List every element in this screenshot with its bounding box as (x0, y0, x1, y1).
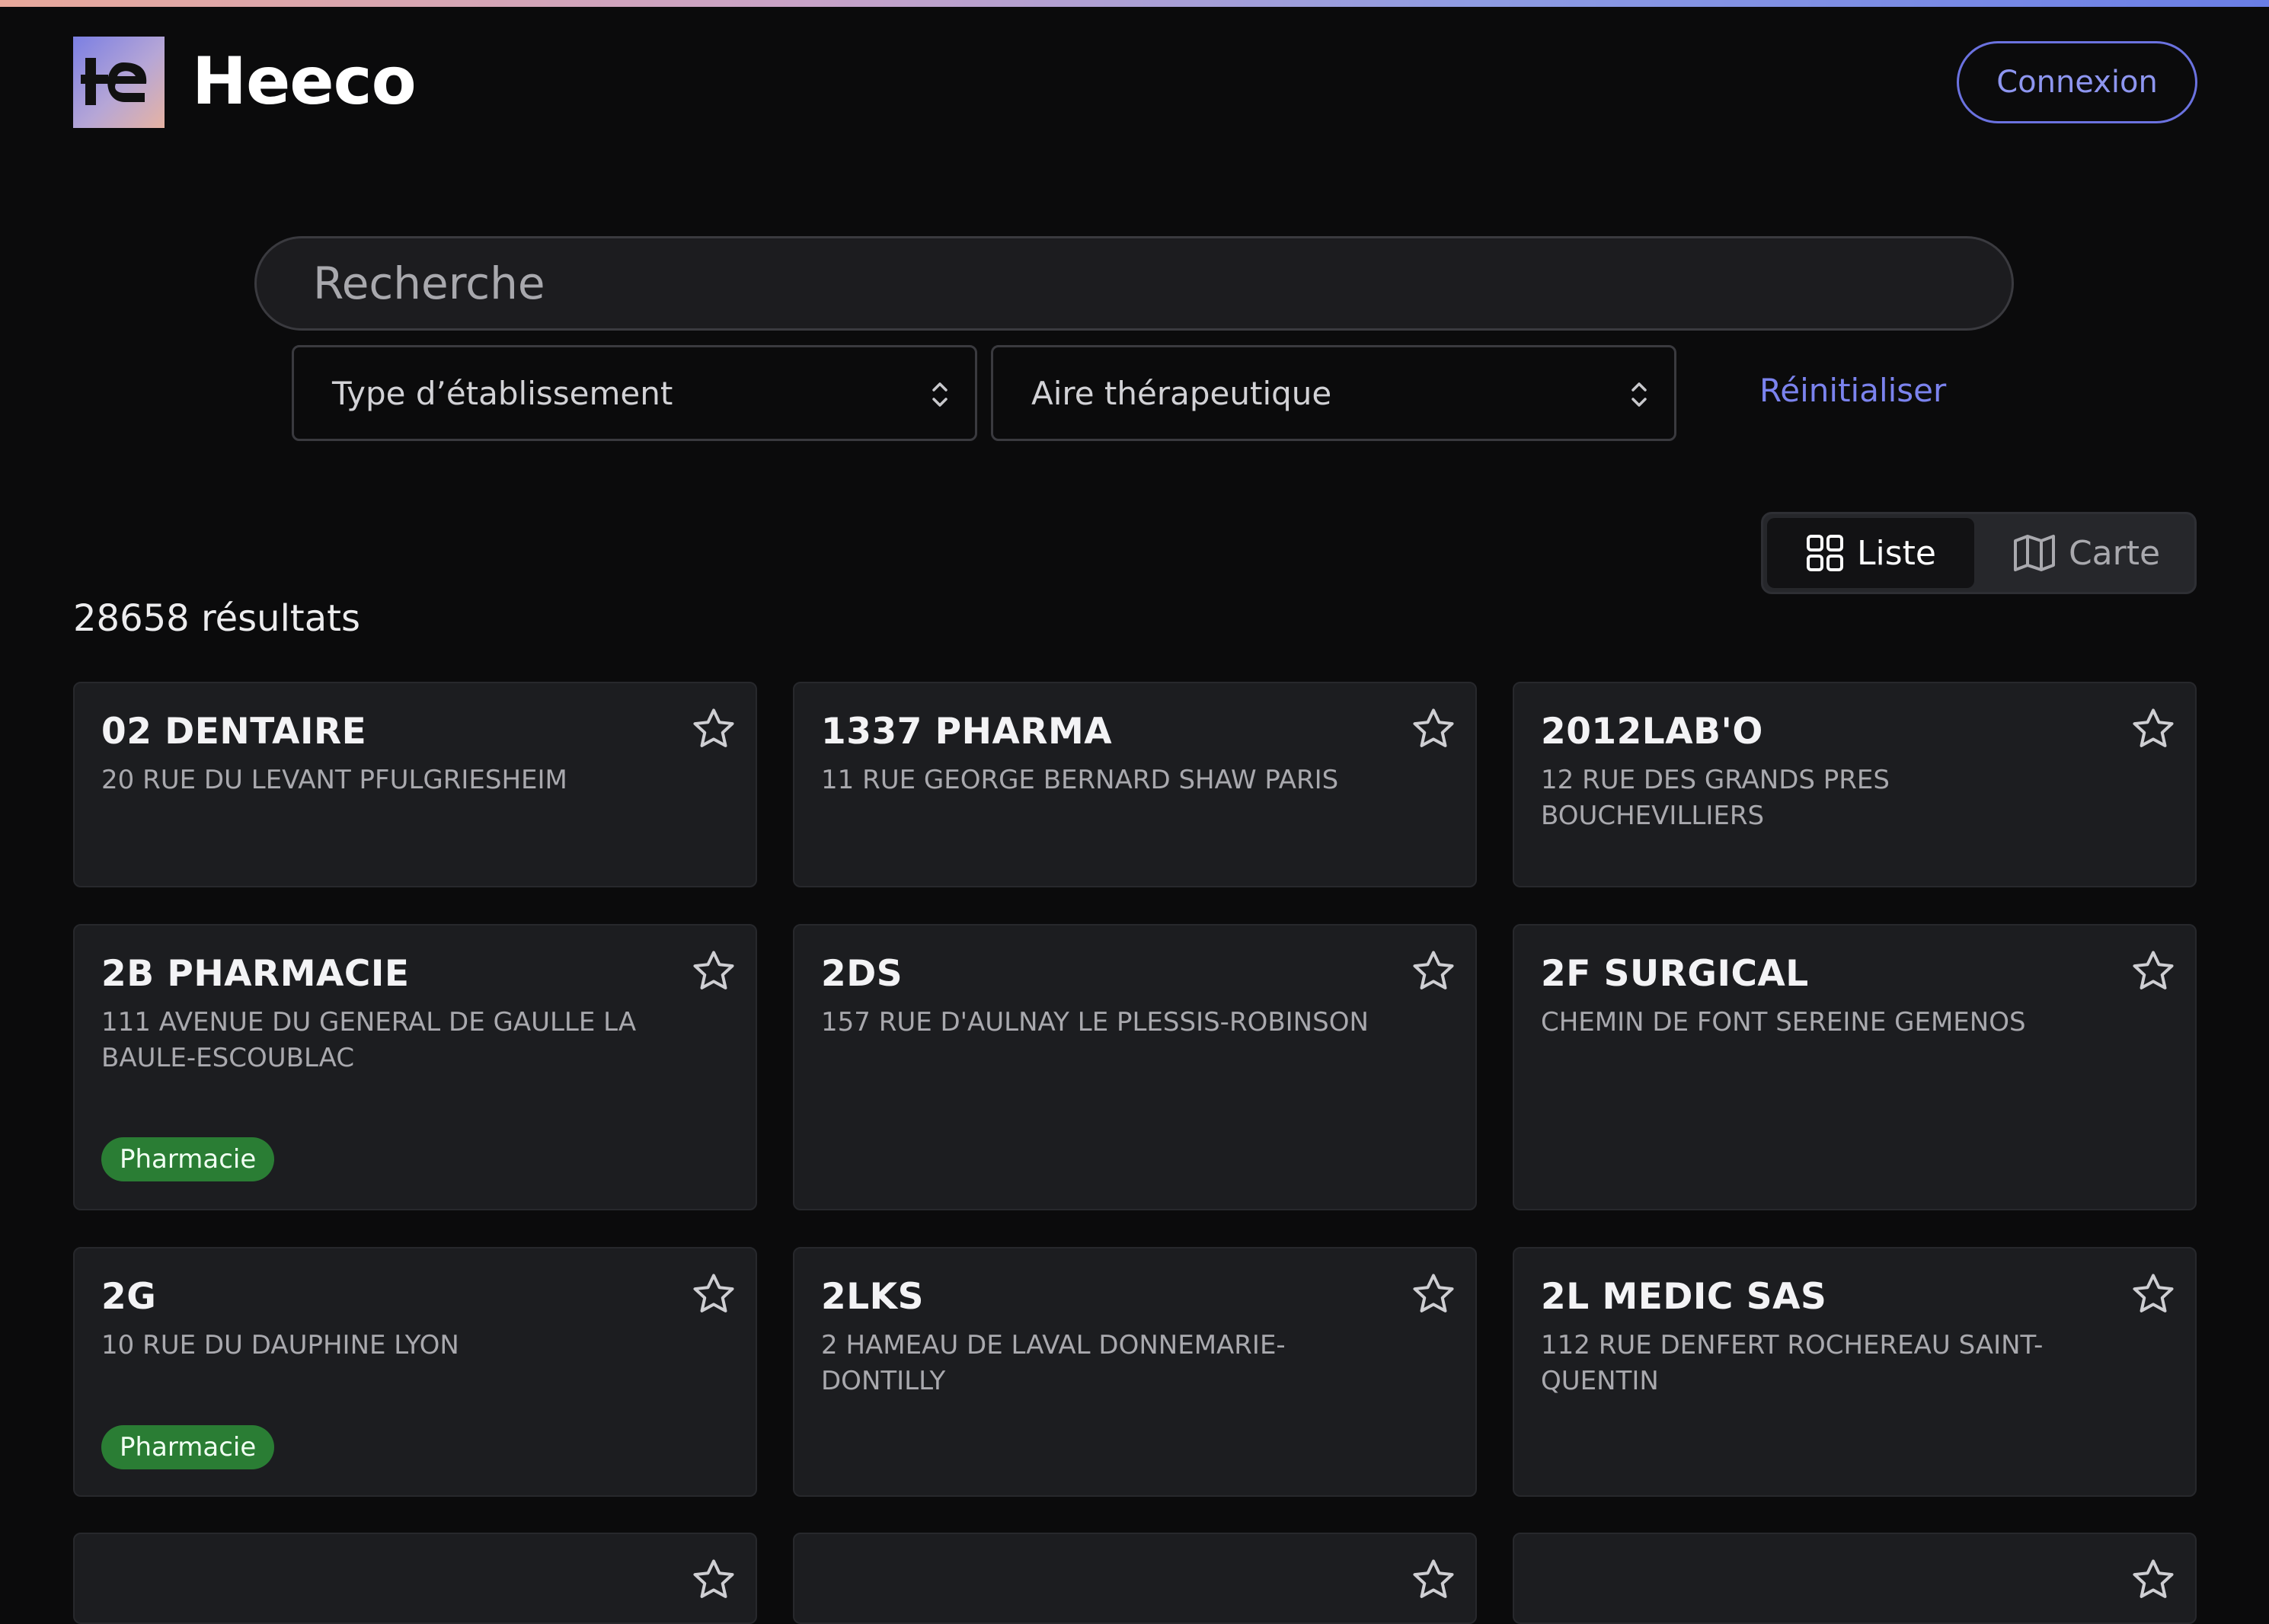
card-name: 2012LAB'O (1541, 711, 1763, 753)
star-outline-icon[interactable] (1408, 1555, 1459, 1604)
search-input[interactable]: Recherche (254, 236, 2014, 331)
updown-chevron-icon (932, 382, 948, 407)
login-button[interactable]: Connexion (1957, 41, 2197, 123)
heeco-logo-icon[interactable] (73, 37, 165, 128)
card-address: 111 AVENUE DU GENERAL DE GAULLE LA BAULE… (101, 1007, 637, 1073)
result-card[interactable]: 2LKS 2 HAMEAU DE LAVAL DONNEMARIE-DONTIL… (793, 1247, 1477, 1497)
grid-icon (1807, 535, 1843, 571)
result-card[interactable]: 2G 10 RUE DU DAUPHINE LYON Pharmacie (73, 1247, 757, 1497)
star-outline-icon[interactable] (689, 947, 739, 996)
card-name: 2LKS (821, 1276, 924, 1318)
card-name: 2B PHARMACIE (101, 953, 410, 995)
top-gradient-bar (0, 0, 2269, 7)
star-outline-icon[interactable] (2128, 1270, 2178, 1319)
reset-filters-link[interactable]: Réinitialiser (1759, 372, 1946, 409)
category-badge: Pharmacie (101, 1137, 275, 1181)
result-card[interactable]: 2012LAB'O 12 RUE DES GRANDS PRES BOUCHEV… (1513, 682, 2197, 887)
aire-select-label: Aire thérapeutique (1031, 374, 1332, 412)
card-name: 2G (101, 1276, 157, 1318)
result-card[interactable]: 02 DENTAIRE 20 RUE DU LEVANT PFULGRIESHE… (73, 682, 757, 887)
category-badge: Pharmacie (101, 1425, 275, 1469)
result-card[interactable] (73, 1533, 757, 1624)
result-card[interactable] (1513, 1533, 2197, 1624)
view-liste-button[interactable]: Liste (1767, 518, 1974, 588)
view-carte-button[interactable]: Carte (1980, 518, 2192, 588)
result-card[interactable]: 1337 PHARMA 11 RUE GEORGE BERNARD SHAW P… (793, 682, 1477, 887)
aire-therapeutique-select[interactable]: Aire thérapeutique (991, 345, 1676, 441)
card-address: 10 RUE DU DAUPHINE LYON (101, 1330, 459, 1360)
card-address: 12 RUE DES GRANDS PRES BOUCHEVILLIERS (1541, 765, 1890, 831)
result-card[interactable]: 2F SURGICAL CHEMIN DE FONT SEREINE GEMEN… (1513, 924, 2197, 1210)
star-outline-icon[interactable] (1408, 705, 1459, 753)
result-card[interactable]: 2L MEDIC SAS 112 RUE DENFERT ROCHEREAU S… (1513, 1247, 2197, 1497)
results-count: 28658 résultats (73, 597, 360, 640)
map-icon (2013, 535, 2055, 571)
updown-chevron-icon (1631, 382, 1647, 407)
card-address: 157 RUE D'AULNAY LE PLESSIS-ROBINSON (821, 1007, 1369, 1037)
card-name: 1337 PHARMA (821, 711, 1113, 753)
card-address: CHEMIN DE FONT SEREINE GEMENOS (1541, 1007, 2026, 1037)
star-outline-icon[interactable] (1408, 947, 1459, 996)
brand-name: Heeco (192, 43, 417, 120)
card-name: 2L MEDIC SAS (1541, 1276, 1827, 1318)
star-outline-icon[interactable] (2128, 1555, 2178, 1604)
card-address: 20 RUE DU LEVANT PFULGRIESHEIM (101, 765, 567, 795)
view-toggle: Liste Carte (1761, 512, 2197, 594)
card-name: 2DS (821, 953, 903, 995)
card-address: 2 HAMEAU DE LAVAL DONNEMARIE-DONTILLY (821, 1330, 1286, 1396)
star-outline-icon[interactable] (689, 1555, 739, 1604)
card-address: 11 RUE GEORGE BERNARD SHAW PARIS (821, 765, 1339, 795)
star-outline-icon[interactable] (1408, 1270, 1459, 1319)
star-outline-icon[interactable] (2128, 947, 2178, 996)
header: Heeco Connexion (0, 7, 2269, 159)
result-card[interactable] (793, 1533, 1477, 1624)
card-name: 2F SURGICAL (1541, 953, 1809, 995)
result-card[interactable]: 2DS 157 RUE D'AULNAY LE PLESSIS-ROBINSON (793, 924, 1477, 1210)
view-carte-label: Carte (2068, 533, 2161, 573)
view-liste-label: Liste (1857, 533, 1936, 573)
card-name: 02 DENTAIRE (101, 711, 367, 753)
type-select-label: Type d’établissement (332, 374, 673, 412)
star-outline-icon[interactable] (689, 705, 739, 753)
star-outline-icon[interactable] (2128, 705, 2178, 753)
result-card[interactable]: 2B PHARMACIE 111 AVENUE DU GENERAL DE GA… (73, 924, 757, 1210)
card-address: 112 RUE DENFERT ROCHEREAU SAINT-QUENTIN (1541, 1330, 2044, 1396)
star-outline-icon[interactable] (689, 1270, 739, 1319)
type-etablissement-select[interactable]: Type d’établissement (292, 345, 977, 441)
